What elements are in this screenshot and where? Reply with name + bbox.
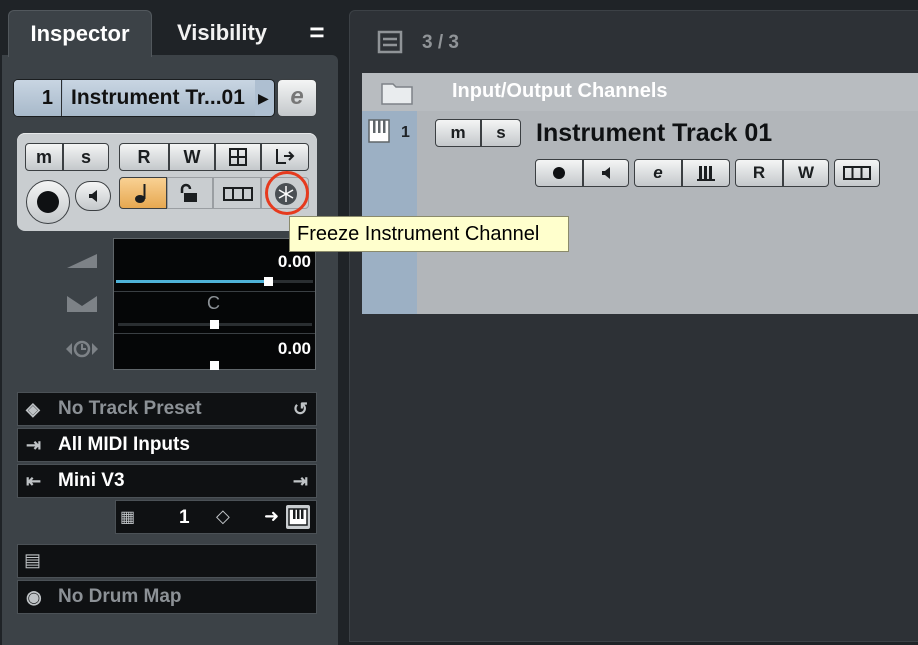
fader-divider — [114, 333, 315, 334]
track-number: 1 — [14, 80, 62, 116]
time-base-button[interactable] — [119, 177, 167, 209]
pan-icon — [67, 296, 97, 312]
lanes-icon — [843, 166, 871, 180]
pan-fader-handle[interactable] — [210, 320, 219, 329]
track-preset-label: No Track Preset — [58, 398, 202, 419]
pan-value[interactable]: C — [207, 293, 220, 314]
delay-value[interactable]: 0.00 — [278, 339, 311, 359]
drum-map-row[interactable]: ◉ No Drum Map — [17, 580, 317, 614]
midi-output-icon: ⇤ — [26, 471, 42, 491]
project-record-button[interactable] — [535, 159, 583, 187]
channel-settings-button[interactable] — [215, 143, 261, 171]
project-edit-instrument-button[interactable]: e — [634, 159, 682, 187]
write-automation-button[interactable]: W — [169, 143, 215, 171]
delay-icon — [66, 340, 98, 358]
edit-arrow-icon[interactable]: ➜ — [264, 506, 279, 527]
preset-icon: ◈ — [26, 399, 40, 419]
track-expand-arrow-icon[interactable]: ▶ — [258, 80, 274, 116]
freeze-highlight-circle — [265, 171, 309, 215]
refresh-icon[interactable]: ↺ — [293, 393, 308, 425]
mute-button[interactable]: m — [25, 143, 63, 171]
read-automation-button[interactable]: R — [119, 143, 169, 171]
output-edit-icon[interactable]: ⇥ — [293, 465, 308, 497]
midi-channel-value[interactable]: 1 — [179, 507, 190, 529]
midi-input-label: All MIDI Inputs — [58, 434, 190, 455]
musical-note-icon — [135, 184, 146, 203]
inspector-menu-icon[interactable]: = — [306, 18, 328, 46]
midi-output-label: Mini V3 — [58, 470, 125, 491]
delay-fader-handle[interactable] — [210, 361, 219, 370]
lock-button[interactable] — [167, 177, 213, 209]
project-lanes-button[interactable] — [834, 159, 880, 187]
track-list-icon[interactable] — [377, 30, 403, 54]
lock-open-icon — [180, 183, 197, 202]
tab-visibility[interactable]: Visibility — [152, 10, 292, 56]
freeze-tooltip: Freeze Instrument Channel — [289, 216, 569, 252]
midi-input-icon: ⇥ — [26, 435, 42, 455]
volume-fader-track — [268, 280, 313, 283]
fader-divider — [114, 291, 315, 292]
drum-map-label: No Drum Map — [58, 586, 182, 607]
solo-button[interactable]: s — [63, 143, 109, 171]
inspector-track-header[interactable]: 1 Instrument Tr...01 ▶ — [13, 79, 275, 117]
speaker-icon — [602, 167, 610, 179]
project-keyboard-button[interactable] — [682, 159, 730, 187]
project-solo-button[interactable]: s — [481, 119, 521, 147]
speaker-icon — [89, 190, 97, 202]
midi-channel-row: ▦ 1 ◇ ➜ — [115, 500, 317, 534]
notepad-icon: ▤ — [24, 550, 42, 570]
instrument-track-icon — [368, 119, 390, 143]
notepad-row[interactable]: ▤ — [17, 544, 317, 578]
fader-section: 0.00 C 0.00 — [113, 238, 316, 370]
project-write-button[interactable]: W — [783, 159, 829, 187]
lanes-button[interactable] — [213, 177, 261, 209]
record-icon — [553, 167, 565, 179]
volume-value[interactable]: 0.00 — [278, 252, 311, 272]
project-track-name[interactable]: Instrument Track 01 — [536, 119, 772, 148]
midi-input-row[interactable]: ⇥ All MIDI Inputs — [17, 428, 317, 462]
project-track-number: 1 — [401, 124, 410, 141]
channel-preset-icon[interactable]: ◇ — [216, 506, 230, 527]
project-read-button[interactable]: R — [735, 159, 783, 187]
tab-inspector[interactable]: Inspector — [8, 10, 152, 57]
channel-settings-icon — [229, 148, 247, 166]
keyboard-icon — [288, 508, 308, 526]
lanes-icon — [223, 187, 253, 201]
midi-output-row[interactable]: ⇤ Mini V3 ⇥ — [17, 464, 317, 498]
volume-fader-handle[interactable] — [264, 277, 273, 286]
edit-instrument-button[interactable]: e — [277, 79, 317, 117]
record-icon — [37, 191, 59, 213]
keyboard-icon — [697, 166, 715, 181]
volume-icon — [67, 254, 97, 268]
instrument-edit-button[interactable] — [286, 505, 310, 529]
project-mute-button[interactable]: m — [435, 119, 481, 147]
track-name[interactable]: Instrument Tr...01 — [63, 80, 255, 116]
track-count: 3 / 3 — [422, 32, 459, 53]
folder-track-name[interactable]: Input/Output Channels — [452, 80, 668, 103]
output-routing-icon — [276, 149, 295, 164]
drum-map-icon: ◉ — [26, 587, 42, 607]
folder-icon[interactable] — [380, 78, 414, 106]
output-routing-button[interactable] — [261, 143, 309, 171]
volume-fader-fill — [116, 280, 268, 283]
monitor-button[interactable] — [75, 181, 111, 211]
record-enable-button[interactable] — [26, 180, 70, 224]
track-preset-row[interactable]: ◈ No Track Preset ↺ — [17, 392, 317, 426]
channel-grid-icon: ▦ — [120, 509, 136, 526]
project-monitor-button[interactable] — [583, 159, 629, 187]
